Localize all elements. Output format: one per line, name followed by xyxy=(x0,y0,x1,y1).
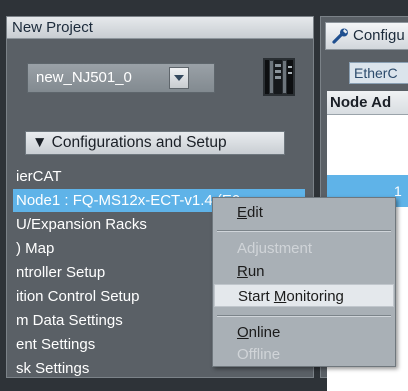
context-menu: Edit Adjustment Run Start Monitoring Onl… xyxy=(212,197,396,367)
tree-item-io-map[interactable]: ) Map xyxy=(16,238,54,260)
menu-separator xyxy=(217,315,391,317)
tree-item-controller-setup[interactable]: ntroller Setup xyxy=(16,262,105,284)
menu-label: un xyxy=(247,263,265,280)
menu-accelerator: E xyxy=(237,204,248,221)
dropdown-arrow-icon xyxy=(174,75,184,81)
menu-label-prefix: Start xyxy=(238,288,274,305)
menu-item-online[interactable]: Online xyxy=(214,321,394,344)
menu-accelerator: O xyxy=(237,324,249,341)
controller-icon xyxy=(263,58,295,96)
menu-item-run[interactable]: Run xyxy=(214,260,394,283)
menu-item-start-monitoring[interactable]: Start Monitoring xyxy=(214,284,394,307)
device-select-value: new_NJ501_0 xyxy=(36,69,132,86)
tree-item-expansion-racks[interactable]: U/Expansion Racks xyxy=(16,214,147,236)
tab-ethercat[interactable]: EtherC xyxy=(349,62,408,84)
collapse-arrow-icon: ▼ xyxy=(32,134,48,151)
menu-label: nline xyxy=(248,324,281,341)
menu-label: onitoring xyxy=(286,288,344,305)
tree-item-task-settings[interactable]: sk Settings xyxy=(16,358,89,380)
menu-item-offline: Offline xyxy=(237,346,281,363)
column-header-node-address[interactable]: Node Ad xyxy=(327,91,408,115)
tree-item-event-settings[interactable]: ent Settings xyxy=(16,334,95,356)
panel-title: New Project xyxy=(7,17,313,39)
menu-item-edit[interactable]: Edit xyxy=(214,201,394,224)
tree-item-motion-control-setup[interactable]: ition Control Setup xyxy=(16,286,139,308)
configurations-and-setup-header[interactable]: ▼ Configurations and Setup xyxy=(25,131,285,155)
device-select-dropdown[interactable]: new_NJ501_0 xyxy=(27,63,215,93)
tree-item-cam-data-settings[interactable]: m Data Settings xyxy=(16,310,123,332)
wrench-icon xyxy=(332,28,348,44)
tab-label: Configu xyxy=(353,27,405,44)
tab-configurations[interactable]: Configu xyxy=(325,22,408,50)
menu-separator xyxy=(217,230,391,232)
menu-accelerator: M xyxy=(273,288,287,305)
menu-item-adjustment: Adjustment xyxy=(237,240,313,257)
menu-label: dit xyxy=(247,204,263,221)
dropdown-button[interactable] xyxy=(169,67,189,89)
menu-accelerator: R xyxy=(237,263,248,280)
section-title: Configurations and Setup xyxy=(51,134,227,151)
tree-item-ethercat[interactable]: ierCAT xyxy=(16,166,62,188)
